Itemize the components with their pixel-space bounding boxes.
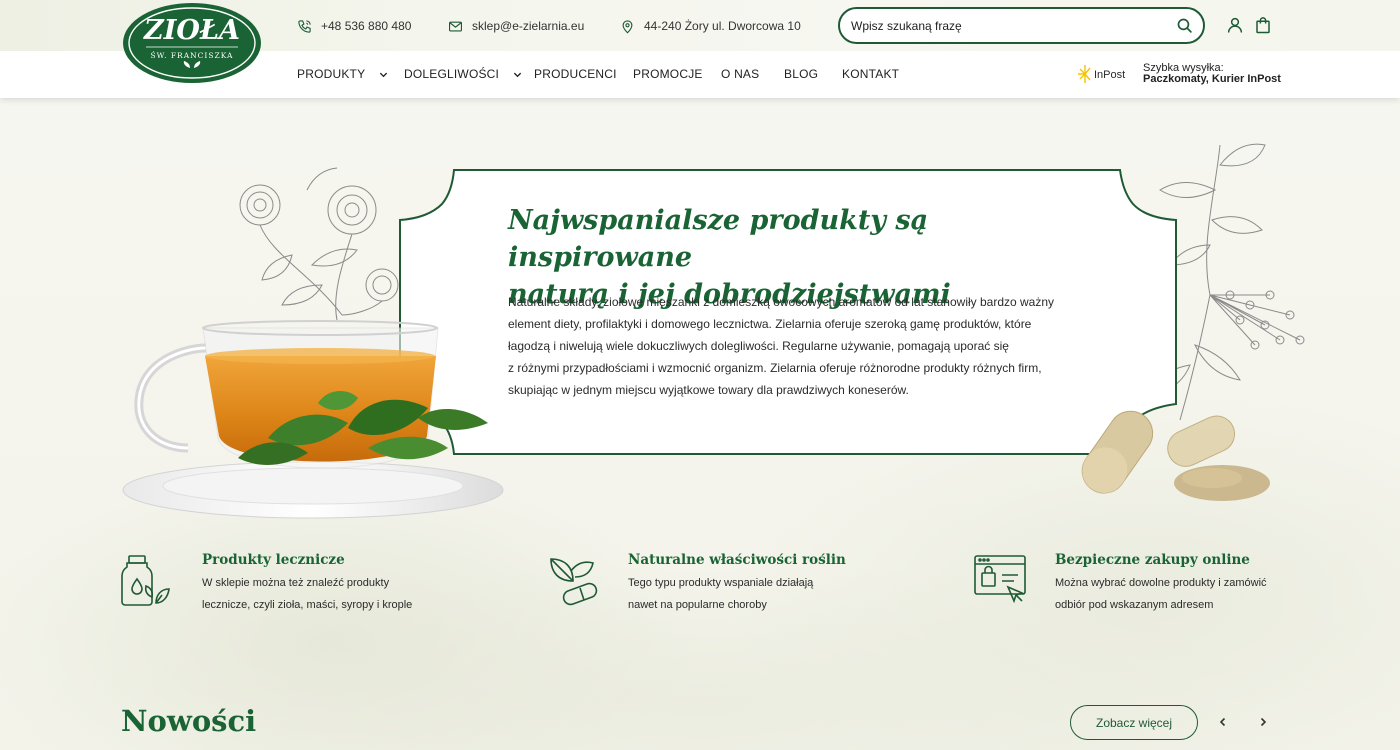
- nav-label: PROMOCJE: [633, 67, 703, 81]
- chevron-down-icon: [513, 72, 522, 77]
- search-input[interactable]: [851, 18, 1161, 33]
- nav-label: PRODUKTY: [297, 67, 366, 81]
- feature-text: W sklepie można też znaleźć produkty lec…: [202, 572, 442, 616]
- feature-title: Produkty lecznicze: [202, 552, 345, 568]
- shipping-info: Szybka wysyłka: Paczkomaty, Kurier InPos…: [1143, 63, 1281, 85]
- user-account-icon[interactable]: [1226, 16, 1244, 34]
- chevron-left-icon: [1219, 717, 1226, 727]
- hero-text-line: element diety, profilaktyki i domowego l…: [508, 317, 1032, 331]
- nav-item-dolegliwosci[interactable]: DOLEGLIWOŚCI: [404, 67, 522, 81]
- nav-item-kontakt[interactable]: KONTAKT: [842, 67, 899, 81]
- logo-main-text: ZIOŁA: [143, 15, 240, 46]
- contact-address[interactable]: 44-240 Żory ul. Dworcowa 10: [620, 17, 801, 35]
- hero-title-line1: Najwspanialsze produkty są inspirowane: [508, 205, 929, 273]
- logo-sub-text: ŚW. FRANCISZKA: [151, 51, 234, 60]
- hero-text-line: z różnymi przypadłościami i wzmocnić org…: [508, 361, 1042, 375]
- hero-text-line: skupiając w jednym miejscu wyjątkowe tow…: [508, 383, 909, 397]
- inpost-logo-text: InPost: [1094, 69, 1125, 81]
- feature-naturalne-wlasciwosci: Naturalne właściwości roślin Tego typu p…: [628, 552, 868, 616]
- feature-text: Można wybrać dowolne produkty i zamówić …: [1055, 572, 1315, 616]
- online-shop-icon: [974, 555, 1026, 604]
- leaf-capsule-icon: [550, 558, 598, 606]
- nav-item-produkty[interactable]: PRODUKTY: [297, 67, 388, 81]
- hero-text-line: łagodzą i niwelują wiele dokuczliwych do…: [508, 339, 1009, 353]
- carousel-prev-button[interactable]: [1213, 712, 1233, 732]
- hero-text-line: Naturalne składy, ziołowe mieszanki z do…: [508, 295, 1055, 309]
- nav-label: PRODUCENCI: [534, 67, 617, 81]
- contact-email[interactable]: sklep@e-zielarnia.eu: [448, 17, 584, 35]
- feature-text: Tego typu produkty wspaniale działają na…: [628, 572, 868, 616]
- news-section-title: Nowości: [121, 704, 257, 738]
- chevron-right-icon: [1260, 717, 1267, 727]
- clover-sketch-icon: [239, 167, 399, 321]
- brand-logo[interactable]: ZIOŁA ŚW. FRANCISZKA: [122, 2, 262, 84]
- location-pin-icon: [622, 19, 633, 34]
- herbal-capsule-image: [1081, 410, 1270, 501]
- contact-phone[interactable]: +48 536 880 480: [297, 17, 411, 35]
- shipping-line2: Paczkomaty, Kurier InPost: [1143, 73, 1281, 85]
- feature-produkty-lecznicze: Produkty lecznicze W sklepie można też z…: [202, 552, 442, 616]
- tea-cup-image: [122, 320, 504, 519]
- feature-text-line: Tego typu produkty wspaniale działają: [628, 577, 814, 589]
- feature-bezpieczne-zakupy: Bezpieczne zakupy online Można wybrać do…: [1055, 552, 1315, 616]
- search-icon[interactable]: [1176, 17, 1193, 34]
- phone-icon: [298, 19, 311, 33]
- nav-item-blog[interactable]: BLOG: [784, 67, 818, 81]
- inpost-logo-icon: InPost: [1078, 65, 1125, 83]
- feature-text-line: odbiór pod wskazanym adresem: [1055, 599, 1214, 611]
- feature-text-line: lecznicze, czyli zioła, maści, syropy i …: [202, 599, 413, 611]
- feature-text-line: W sklepie można też znaleźć produkty: [202, 577, 390, 589]
- feature-title: Naturalne właściwości roślin: [628, 552, 846, 568]
- nav-label: BLOG: [784, 67, 819, 81]
- mail-icon: [449, 21, 462, 31]
- hero-description: Naturalne składy, ziołowe mieszanki z do…: [508, 291, 1088, 401]
- phone-number: +48 536 880 480: [321, 19, 412, 33]
- nav-item-producenci[interactable]: PRODUCENCI: [534, 67, 617, 81]
- feature-text-line: nawet na popularne choroby: [628, 599, 767, 611]
- feature-text-line: Można wybrać dowolne produkty i zamówić: [1055, 577, 1267, 589]
- medicine-bottle-icon: [121, 555, 170, 606]
- nav-item-promocje[interactable]: PROMOCJE: [633, 67, 703, 81]
- carousel-next-button[interactable]: [1253, 712, 1273, 732]
- email-address: sklep@e-zielarnia.eu: [472, 19, 585, 33]
- see-more-button[interactable]: Zobacz więcej: [1070, 705, 1198, 740]
- chevron-down-icon: [380, 72, 388, 77]
- address-text: 44-240 Żory ul. Dworcowa 10: [644, 19, 801, 33]
- nav-label: KONTAKT: [842, 67, 900, 81]
- nav-item-o-nas[interactable]: O NAS: [721, 67, 759, 81]
- nav-label: O NAS: [721, 67, 760, 81]
- feature-title: Bezpieczne zakupy online: [1055, 552, 1250, 568]
- shopping-bag-icon[interactable]: [1254, 16, 1272, 34]
- search-bar: [838, 7, 1205, 44]
- nav-label: DOLEGLIWOŚCI: [404, 67, 500, 81]
